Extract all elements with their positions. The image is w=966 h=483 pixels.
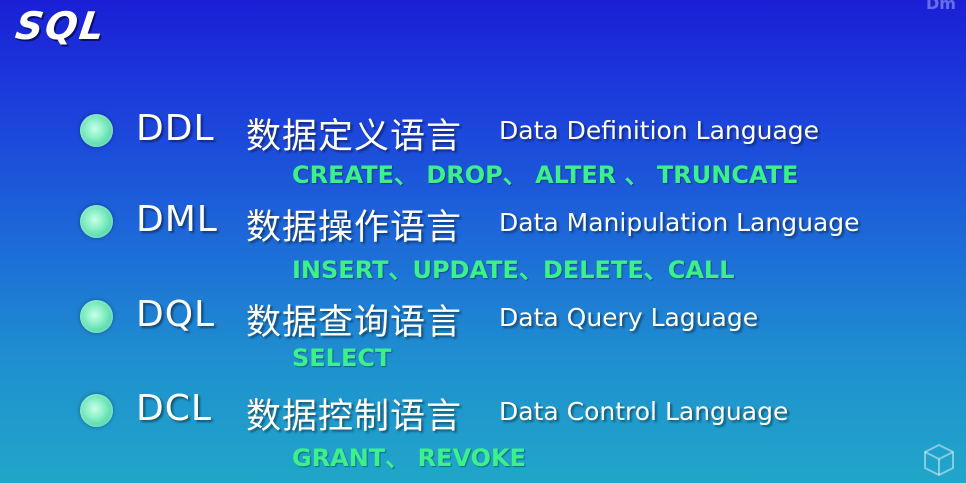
list-item-ddl: DDL 数据定义语言 Data Definition Language <box>0 100 966 160</box>
circle-bullet-icon <box>80 394 113 427</box>
list-item-dml: DML 数据操作语言 Data Manipulation Language <box>0 194 966 254</box>
circle-bullet-icon <box>80 205 113 238</box>
item-abbr: DCL <box>136 388 212 429</box>
item-english-name: Data Manipulation Language <box>499 208 860 237</box>
item-chinese-name: 数据控制语言 <box>246 397 463 437</box>
list-item-dql: DQL 数据查询语言 Data Query Laguage <box>0 288 966 348</box>
item-commands: INSERT、UPDATE、DELETE、CALL <box>292 256 735 284</box>
cube-icon <box>924 443 954 477</box>
item-english-name: Data Control Language <box>499 397 789 426</box>
item-english-name: Data Query Laguage <box>499 303 759 332</box>
circle-bullet-icon <box>80 300 113 333</box>
item-english-name: Data Definition Language <box>499 116 820 145</box>
item-chinese-name: 数据定义语言 <box>246 117 463 157</box>
item-abbr: DML <box>136 199 218 240</box>
slide-title: SQL <box>12 4 109 48</box>
list-item-dcl: DCL 数据控制语言 Data Control Language <box>0 383 966 443</box>
item-commands: GRANT、 REVOKE <box>292 444 526 472</box>
item-chinese-name: 数据查询语言 <box>246 303 463 343</box>
circle-bullet-icon <box>80 114 113 147</box>
item-abbr: DDL <box>136 108 215 149</box>
item-commands: CREATE、 DROP、 ALTER 、 TRUNCATE <box>292 161 799 189</box>
item-commands: SELECT <box>292 344 392 372</box>
item-chinese-name: 数据操作语言 <box>246 208 463 248</box>
item-abbr: DQL <box>136 294 216 335</box>
corner-logo: Dm <box>926 0 956 13</box>
